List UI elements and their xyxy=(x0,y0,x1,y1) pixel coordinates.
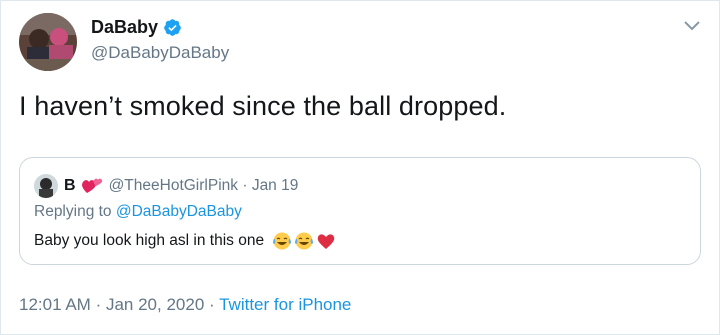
avatar-image xyxy=(19,13,77,71)
tweet-source-link[interactable]: Twitter for iPhone xyxy=(219,295,351,314)
replying-to-link[interactable]: @DaBabyDaBaby xyxy=(116,203,242,220)
quoted-date[interactable]: Jan 19 xyxy=(252,177,299,194)
separator-dot: · xyxy=(242,177,248,194)
chevron-down-icon[interactable] xyxy=(683,19,701,33)
verified-badge-icon xyxy=(163,18,182,37)
tears-of-joy-emoji-icon xyxy=(294,231,314,251)
tweet-card: DaBaby @DaBabyDaBaby I haven’t smoked si… xyxy=(0,0,720,335)
quoted-tweet-text: Baby you look high asl in this one xyxy=(34,231,336,251)
red-heart-emoji-icon xyxy=(316,231,336,251)
author-avatar[interactable] xyxy=(19,13,77,71)
replying-prefix: Replying to xyxy=(34,203,112,220)
tweet-date[interactable]: Jan 20, 2020 xyxy=(106,295,204,314)
quoted-tweet-header: B @TheeHotGirlPink · Jan 19 xyxy=(34,174,298,198)
separator-dot: · xyxy=(209,295,215,314)
quoted-author-name[interactable]: B xyxy=(64,177,76,195)
separator-dot: · xyxy=(95,295,102,314)
heart-sparkle-icon xyxy=(81,177,103,195)
quoted-text-body: Baby you look high asl in this one xyxy=(34,232,265,249)
quoted-author-handle[interactable]: @TheeHotGirlPink · Jan 19 xyxy=(109,177,299,195)
author-handle[interactable]: @DaBabyDaBaby xyxy=(91,43,229,63)
replying-to: Replying to @DaBabyDaBaby xyxy=(34,203,242,221)
quoted-tweet[interactable]: B @TheeHotGirlPink · Jan 19 Replying to … xyxy=(19,157,701,265)
tweet-time[interactable]: 12:01 AM xyxy=(19,295,91,314)
author-display-name[interactable]: DaBaby xyxy=(91,17,158,38)
tears-of-joy-emoji-icon xyxy=(272,231,292,251)
author-name-row[interactable]: DaBaby xyxy=(91,17,182,38)
quoted-author-avatar[interactable] xyxy=(34,174,58,198)
tweet-text: I haven’t smoked since the ball dropped. xyxy=(19,91,507,121)
tweet-metadata: 12:01 AM · Jan 20, 2020 · Twitter for iP… xyxy=(19,295,351,315)
quoted-avatar-image xyxy=(34,174,58,198)
quoted-handle-text[interactable]: @TheeHotGirlPink xyxy=(109,177,238,194)
